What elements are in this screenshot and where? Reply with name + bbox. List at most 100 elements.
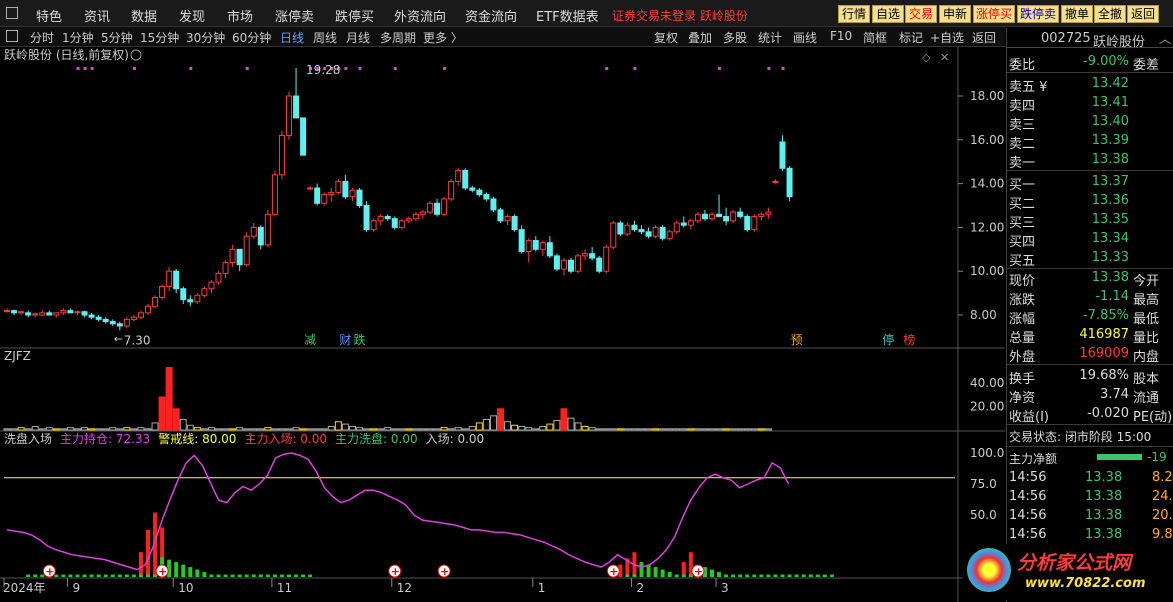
ind1-bar	[384, 427, 392, 431]
tab-5[interactable]: 60分钟	[232, 29, 271, 46]
wash-bar	[110, 574, 115, 577]
tab-3[interactable]: 15分钟	[140, 29, 179, 46]
ind1-bar	[24, 428, 32, 431]
ind1-bar	[215, 428, 222, 431]
tab-9[interactable]: 多周期	[380, 29, 416, 46]
tool-button-0[interactable]: 复权	[654, 29, 678, 46]
close-icon[interactable]: ✕	[940, 51, 949, 64]
ind1-bar	[229, 428, 237, 431]
tab-0[interactable]: 分时	[30, 29, 54, 46]
tool-button-1[interactable]: 叠加	[688, 29, 712, 46]
entry-plus-icon[interactable]: +	[691, 564, 705, 578]
quick-button-0[interactable]: 行情	[838, 5, 870, 23]
menu-item-6[interactable]: 跌停买	[335, 6, 374, 25]
candle-body	[208, 281, 215, 290]
event-marker[interactable]: 榜	[903, 332, 915, 347]
candle-body	[546, 242, 553, 257]
quick-button-6[interactable]: 撤单	[1061, 5, 1093, 23]
quick-button-4[interactable]: 涨停买	[973, 5, 1015, 23]
ind1-bar	[193, 427, 201, 431]
wash-bar	[738, 574, 743, 577]
event-marker[interactable]: 财	[339, 333, 351, 347]
scroll-arrow-icon[interactable]: ︿	[1159, 30, 1171, 47]
candle-body	[476, 189, 483, 196]
bid-row-2-value: 13.35	[1091, 212, 1129, 227]
candle-body	[391, 218, 398, 228]
candle-body	[166, 270, 173, 288]
event-marker[interactable]: 停	[882, 332, 894, 347]
menu-item-0[interactable]: 特色	[36, 6, 62, 25]
event-marker[interactable]: 减	[304, 333, 316, 347]
menu-item-1[interactable]: 资讯	[84, 6, 110, 25]
ind1-bar	[405, 428, 413, 431]
ind1-bar	[715, 428, 723, 431]
candle-body	[441, 198, 448, 215]
signal-dot	[393, 67, 397, 70]
entry-plus-icon[interactable]: +	[155, 564, 169, 578]
bid-row-4: 买五 13.33	[1007, 248, 1173, 269]
diamond-icon[interactable]: ◇	[922, 51, 931, 64]
tool-button-9[interactable]: 返回	[972, 29, 996, 46]
entry-plus-icon[interactable]: +	[388, 564, 402, 578]
menu-item-5[interactable]: 涨停卖	[275, 6, 314, 25]
menu-item-3[interactable]: 发现	[179, 6, 205, 25]
event-marker[interactable]: 预	[791, 333, 803, 347]
ind1-bar	[680, 428, 688, 431]
bid-row-0-value: 13.37	[1091, 174, 1129, 189]
ind1-bar	[313, 428, 321, 431]
candle-body	[53, 312, 60, 316]
menu-item-9[interactable]: ETF数据表	[536, 6, 599, 25]
ind1-bar	[447, 428, 455, 431]
tab-6[interactable]: 日线	[280, 29, 304, 46]
candle-body	[363, 205, 370, 231]
quick-button-8[interactable]: 返回	[1127, 5, 1159, 23]
tool-button-5[interactable]: F10	[830, 29, 852, 43]
ind1-bar	[574, 422, 582, 431]
quick-button-5[interactable]: 跌停卖	[1017, 5, 1059, 23]
tab-1[interactable]: 1分钟	[62, 29, 94, 46]
tool-button-2[interactable]: 多股	[723, 29, 747, 46]
bid-row-3-value: 13.34	[1091, 231, 1129, 246]
x-tick-label: 3	[721, 581, 729, 595]
ind1-bar	[38, 428, 46, 431]
menu-item-7[interactable]: 外资流向	[394, 6, 446, 25]
tab-10[interactable]: 更多 〉	[423, 29, 463, 46]
tool-button-4[interactable]: 画线	[793, 29, 817, 46]
entry-plus-icon[interactable]: +	[606, 564, 620, 578]
ind1-bar	[581, 425, 589, 431]
tool-button-3[interactable]: 统计	[758, 29, 782, 46]
main-net-row: 主力净额 -19	[1007, 446, 1173, 466]
entry-plus-icon[interactable]: +	[437, 564, 451, 578]
tab-4[interactable]: 30分钟	[186, 29, 225, 46]
x-tick-label: 11	[277, 581, 292, 595]
quick-button-2[interactable]: 交易	[905, 5, 937, 23]
wash-bar	[759, 574, 764, 577]
quick-button-7[interactable]: 全撤	[1094, 5, 1126, 23]
tool-button-6[interactable]: 简框	[863, 29, 887, 46]
candle-body	[680, 222, 687, 226]
quick-button-1[interactable]: 自选	[872, 5, 904, 23]
grid-icon[interactable]	[6, 30, 18, 42]
menu-icon[interactable]	[6, 7, 18, 19]
price-panel[interactable]	[0, 47, 1005, 347]
entry-plus-icon[interactable]: +	[42, 564, 56, 578]
chart-area[interactable]: 跃岭股份 (日线,前复权) 8.00 10.00 12.00 14.00 16.00 18.…	[0, 47, 1005, 602]
tool-button-8[interactable]: +自选	[930, 29, 964, 46]
tab-2[interactable]: 5分钟	[101, 29, 133, 46]
bid-row-4-value: 13.33	[1091, 250, 1129, 265]
svg-text:+: +	[45, 565, 54, 578]
menu-item-8[interactable]: 资金流向	[465, 6, 517, 25]
menu-item-2[interactable]: 数据	[131, 6, 157, 25]
tool-button-7[interactable]: 标记	[899, 29, 923, 46]
ind1-bar	[243, 428, 251, 431]
tick-volume: 20.2	[1152, 508, 1173, 523]
tab-8[interactable]: 月线	[346, 29, 370, 46]
menu-item-4[interactable]: 市场	[227, 6, 253, 25]
ind1-bar	[109, 427, 117, 431]
tick-volume: 9.8	[1152, 527, 1173, 542]
quick-button-3[interactable]: 申新	[939, 5, 971, 23]
tab-7[interactable]: 周线	[313, 29, 337, 46]
event-marker[interactable]: 跌	[354, 332, 366, 347]
ind1-bar	[687, 428, 695, 431]
signal-dot	[605, 67, 609, 70]
